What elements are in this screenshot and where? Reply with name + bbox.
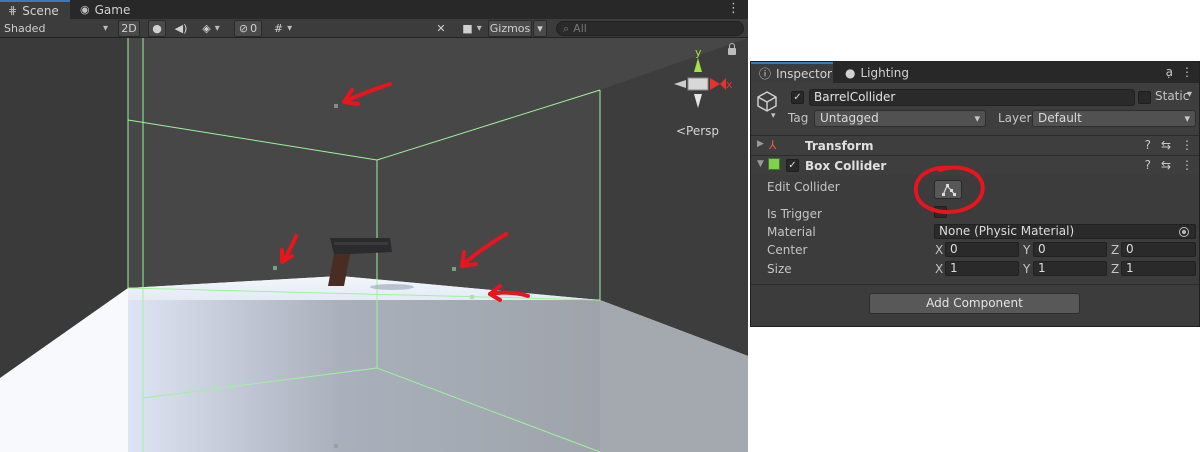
layer-label: Layer (998, 111, 1032, 125)
svg-text:x: x (726, 78, 733, 91)
static-checkbox[interactable] (1138, 91, 1151, 104)
center-y-field[interactable]: 0 (1033, 242, 1107, 257)
center-x-field[interactable]: 0 (945, 242, 1019, 257)
size-y-field[interactable]: 1 (1033, 261, 1107, 276)
object-name-field[interactable]: BarrelCollider (809, 89, 1135, 106)
info-icon: ⓘ (759, 67, 772, 81)
gizmos-button[interactable]: Gizmos (488, 20, 532, 37)
light-bulb-icon: ● (152, 22, 162, 35)
static-dropdown-arrow-icon[interactable]: ▾ (1187, 89, 1192, 100)
effects-dropdown[interactable]: ◈ (196, 20, 226, 37)
size-x-label: X (935, 262, 944, 276)
layer-dropdown[interactable]: Default (1032, 110, 1196, 127)
tab-lighting[interactable]: ● Lighting (837, 62, 909, 83)
speaker-icon: ◀) (174, 22, 188, 35)
annotation-circle (913, 165, 985, 214)
transform-icon: ⅄ (769, 138, 777, 152)
grid-snap-icon: # (273, 22, 284, 35)
collider-handle[interactable] (334, 104, 338, 108)
object-picker-icon[interactable] (1179, 227, 1189, 237)
icon-dropdown-arrow-icon[interactable]: ▾ (771, 111, 776, 121)
scene-tab-bar: ⋕ Scene ◉ Game ⋮ (0, 0, 748, 19)
size-z-label: Z (1111, 262, 1120, 276)
effects-icon: ◈ (202, 22, 211, 35)
preset-icon[interactable]: ⇆ (1161, 138, 1171, 152)
search-icon: ⌕ (563, 21, 570, 35)
object-header: ▾ ✓ BarrelCollider Static ▾ Tag Untagged… (751, 83, 1199, 135)
scene-toolbar: Shaded 2D ● ◀) ◈ ⊘ 0 # ✕ ■ Gizmos (0, 19, 748, 38)
tools-button[interactable]: ✕ (432, 20, 450, 37)
edit-collider-label: Edit Collider (767, 180, 840, 194)
box-collider-enabled-checkbox[interactable]: ✓ (786, 159, 799, 172)
gamepad-icon: ◉ (80, 3, 90, 16)
component-menu-icon[interactable]: ⋮ (1181, 138, 1193, 152)
tab-scene[interactable]: ⋕ Scene (0, 0, 70, 19)
lighting-toggle-button[interactable]: ● (148, 20, 166, 37)
scene-menu-icon[interactable]: ⋮ (727, 1, 740, 16)
material-field[interactable]: None (Physic Material) (934, 224, 1196, 239)
audio-toggle-button[interactable]: ◀) (172, 20, 190, 37)
kebab-menu-icon[interactable]: ⋮ (1181, 65, 1193, 79)
material-label: Material (767, 225, 816, 239)
tab-inspector[interactable]: ⓘ Inspector (751, 62, 833, 83)
svg-text:y: y (695, 46, 702, 59)
size-x-field[interactable]: 1 (945, 261, 1019, 276)
collider-handle[interactable] (470, 295, 474, 299)
lock-icon[interactable]: ạ (1166, 65, 1173, 79)
expanded-arrow-icon[interactable]: ▼ (757, 159, 764, 169)
shading-mode-dropdown[interactable]: Shaded (4, 20, 108, 37)
hidden-objects-toggle[interactable]: ⊘ 0 (234, 20, 262, 37)
scene-window: ⋕ Scene ◉ Game ⋮ Shaded 2D ● ◀) ◈ ⊘ 0 # (0, 0, 748, 452)
chevron-down-icon: ▾ (537, 22, 543, 35)
tag-dropdown[interactable]: Untagged (814, 110, 986, 127)
component-actions: ? ⇆ ⋮ (1145, 158, 1193, 172)
center-label: Center (767, 243, 808, 257)
collider-handle[interactable] (334, 444, 338, 448)
active-checkbox[interactable]: ✓ (791, 91, 804, 104)
tools-icon: ✕ (436, 22, 446, 35)
center-z-label: Z (1111, 243, 1120, 257)
tag-label: Tag (788, 111, 809, 125)
help-icon[interactable]: ? (1145, 158, 1151, 172)
center-x-label: X (935, 243, 944, 257)
light-bulb-icon: ● (845, 65, 856, 80)
is-trigger-label: Is Trigger (767, 207, 822, 221)
2d-toggle-button[interactable]: 2D (118, 20, 140, 37)
camera-icon: ■ (462, 22, 473, 35)
inspector-tab-icons: ạ ⋮ (1166, 65, 1193, 79)
inspector-tab-bar: ⓘ Inspector ● Lighting ạ ⋮ (751, 62, 1199, 83)
help-icon[interactable]: ? (1145, 138, 1151, 152)
projection-toggle[interactable]: <Persp (676, 124, 719, 138)
lock-icon[interactable] (728, 43, 736, 55)
collapsed-arrow-icon[interactable]: ▶ (757, 139, 764, 149)
size-y-label: Y (1023, 262, 1031, 276)
scene-render: y x (0, 38, 748, 452)
grid-snap-dropdown[interactable]: # (268, 20, 298, 37)
box-collider-icon (768, 158, 780, 170)
component-actions: ? ⇆ ⋮ (1145, 138, 1193, 152)
collider-handle[interactable] (452, 267, 456, 271)
component-menu-icon[interactable]: ⋮ (1181, 158, 1193, 172)
preset-icon[interactable]: ⇆ (1161, 158, 1171, 172)
transform-component-header[interactable]: ▶ ⅄ Transform ? ⇆ ⋮ (751, 135, 1199, 155)
scene-search-input[interactable]: ⌕ All (556, 21, 744, 36)
gameobject-cube-icon[interactable] (755, 89, 779, 113)
divider (751, 284, 1199, 285)
collider-handle[interactable] (273, 266, 277, 270)
eye-slash-icon: ⊘ (238, 22, 249, 35)
tab-game[interactable]: ◉ Game (72, 0, 134, 19)
size-z-field[interactable]: 1 (1121, 261, 1196, 276)
add-component-button[interactable]: Add Component (869, 293, 1080, 314)
center-z-field[interactable]: 0 (1121, 242, 1196, 257)
grid-icon: ⋕ (8, 4, 18, 17)
scene-viewport[interactable]: y x <Persp (0, 38, 748, 452)
center-y-label: Y (1023, 243, 1031, 257)
static-label[interactable]: Static (1155, 89, 1189, 103)
gizmos-dropdown-arrow[interactable]: ▾ (533, 20, 547, 37)
camera-dropdown[interactable]: ■ (458, 20, 486, 37)
size-label: Size (767, 262, 792, 276)
